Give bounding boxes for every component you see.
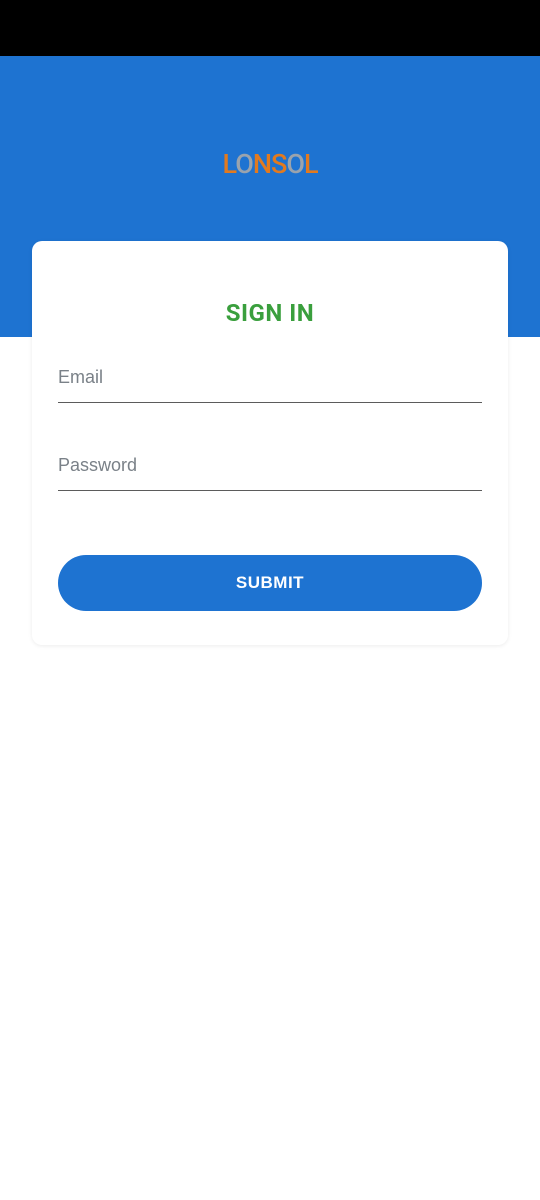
email-field-wrap: [58, 359, 482, 403]
page-title: SIGN IN: [58, 299, 482, 327]
status-bar: [0, 0, 540, 56]
password-field[interactable]: [58, 447, 482, 491]
signin-card: SIGN IN SUBMIT: [32, 241, 508, 645]
email-field[interactable]: [58, 359, 482, 403]
password-field-wrap: [58, 447, 482, 491]
submit-button[interactable]: SUBMIT: [58, 555, 482, 611]
app-logo: LONSOL: [222, 148, 317, 180]
logo-text: LONSOL: [222, 148, 317, 180]
